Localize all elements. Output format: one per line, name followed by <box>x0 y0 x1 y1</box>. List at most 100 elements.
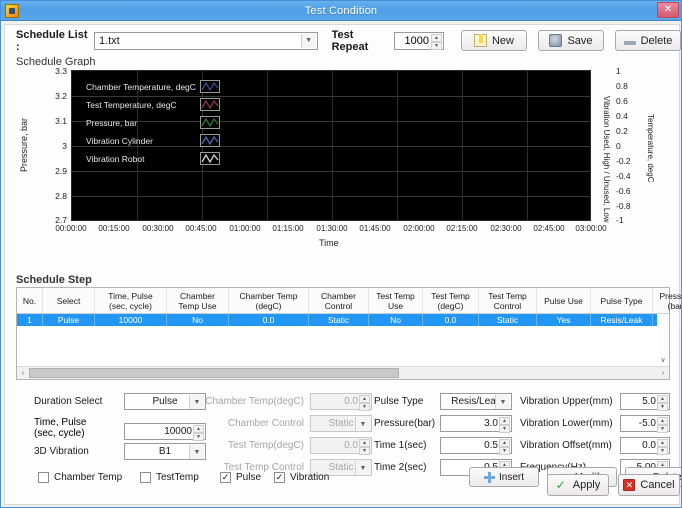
test-repeat-label: Test Repeat <box>331 28 369 53</box>
legend-label: Vibration Robot <box>86 153 145 164</box>
scroll-right-icon[interactable]: › <box>657 370 669 377</box>
table-cell[interactable]: 0.0 <box>423 314 479 326</box>
table-cell[interactable]: Resis/Leak <box>591 314 653 326</box>
spinner-arrows-icon[interactable]: ▲▼ <box>499 417 510 433</box>
client-area: Schedule List : 1.txt ▼ Test Repeat 1000… <box>4 24 681 505</box>
vibration-upper-stepper[interactable]: 5.0 ▲ ▼ <box>620 393 670 411</box>
column-header[interactable]: Chamber Temp Use <box>167 288 229 313</box>
time-pulse-row: Time, Pulse (sec, cycle) 10000 ▲ ▼ <box>34 415 206 441</box>
grid-body[interactable]: 1 Pulse 10000 No 0.0 Static No 0.0 Static Yes Resi… <box>17 314 681 364</box>
table-cell[interactable]: 0.0 <box>229 314 309 326</box>
duration-select-row: Duration Select Pulse ▼ <box>34 393 206 410</box>
vibration-offset-stepper[interactable]: 0.0 ▲ ▼ <box>620 437 670 455</box>
delete-button[interactable]: Delete <box>614 30 681 51</box>
scroll-left-icon[interactable]: ‹ <box>17 370 29 377</box>
column-header-line2: Use <box>387 300 404 311</box>
vibration-3d-row: 3D Vibration B1 ▼ <box>34 443 206 460</box>
schedule-step-grid[interactable]: No. Select Time, Pulse (sec, cycle) Chamber T… <box>16 287 681 380</box>
title-bar: Test Condition ✕ <box>1 1 681 21</box>
spinner-arrows-icon[interactable]: ▲▼ <box>657 417 668 433</box>
column-header[interactable]: Time, Pulse (sec, cycle) <box>95 288 167 313</box>
column-header[interactable]: Pulse Use <box>537 288 591 313</box>
new-button[interactable]: New <box>460 30 527 51</box>
pulse-type-combo[interactable]: Resis/Leak ▼ <box>440 393 512 410</box>
time-pulse-value: 10000 <box>164 426 192 437</box>
test-condition-window: Test Condition ✕ Schedule List : 1.txt ▼… <box>0 0 682 508</box>
column-header-line1: Chamber Temp <box>239 290 298 301</box>
save-button[interactable]: Save <box>537 30 604 51</box>
time1-row: Time 1(sec) 0.5 ▲ ▼ <box>374 437 512 455</box>
column-header[interactable]: Chamber Temp (degC) <box>229 288 309 313</box>
window-title: Test Condition <box>304 4 378 17</box>
duration-select-label: Duration Select <box>34 396 103 407</box>
table-cell[interactable]: 1 <box>17 314 43 326</box>
scroll-down-icon[interactable]: ∨ <box>660 356 665 364</box>
column-header-line1: Chamber <box>321 290 356 301</box>
column-header[interactable]: No. <box>17 288 43 313</box>
apply-button[interactable]: ✓ Apply <box>547 474 609 496</box>
chart-legend: Chamber Temperature, degC Test Temperatu… <box>86 79 220 169</box>
legend-label: Vibration Cylinder <box>86 135 153 146</box>
pulse-type-label: Pulse Type <box>374 396 424 407</box>
pressure-label: Pressure(bar) <box>374 418 436 429</box>
vibration-lower-value: -5.0 <box>638 418 656 429</box>
spinner-arrows-icon[interactable]: ▲▼ <box>430 33 442 50</box>
column-header-line2: (degC) <box>255 300 282 311</box>
column-header-line1: Chamber <box>180 290 215 301</box>
grid-header-row: No. Select Time, Pulse (sec, cycle) Chamber T… <box>17 288 681 314</box>
schedule-list-combo[interactable]: 1.txt ▼ <box>93 31 318 50</box>
column-header[interactable]: Pulse Type <box>591 288 653 313</box>
column-header[interactable]: Test Temp (degC) <box>423 288 479 313</box>
time1-stepper[interactable]: 0.5 ▲ ▼ <box>440 437 512 455</box>
chevron-down-icon[interactable]: ▼ <box>495 395 510 409</box>
grid-horizontal-scrollbar[interactable]: ‹ › <box>17 366 669 379</box>
table-row[interactable]: 1 Pulse 10000 No 0.0 Static No 0.0 Static Yes Resi… <box>17 314 681 326</box>
chamber-temp-stepper: 0.0 ▲ ▼ <box>310 393 372 411</box>
column-header-line1: Test Temp <box>376 290 415 301</box>
table-cell[interactable]: Static <box>479 314 537 326</box>
spinner-arrows-icon[interactable]: ▲▼ <box>499 439 510 455</box>
vibration-lower-stepper[interactable]: -5.0 ▲ ▼ <box>620 415 670 433</box>
chamber-temp-row: Chamber Temp(degC) 0.0 ▲ ▼ <box>194 393 372 411</box>
table-cell[interactable]: 10000 <box>95 314 167 326</box>
column-header-line2: Control <box>324 300 353 311</box>
column-header-line1: Pulse Use <box>544 295 583 306</box>
legend-item: Chamber Temperature, degC <box>86 79 220 94</box>
column-header[interactable]: Pressure(bar) <box>653 288 681 313</box>
delete-button-label: Delete <box>640 34 673 47</box>
column-header[interactable]: Select <box>43 288 95 313</box>
legend-swatch-icon <box>200 152 220 165</box>
legend-label: Chamber Temperature, degC <box>86 81 196 92</box>
legend-swatch-icon <box>200 98 220 111</box>
table-cell[interactable]: No <box>167 314 229 326</box>
spinner-arrows-icon[interactable]: ▲▼ <box>657 395 668 411</box>
test-temp-stepper: 0.0 ▲ ▼ <box>310 437 372 455</box>
close-icon[interactable]: ✕ <box>657 2 679 18</box>
dialog-footer: ✓ Apply ✕ Cancel <box>5 466 681 504</box>
chamber-control-combo: Static ▼ <box>310 415 372 432</box>
test-repeat-stepper[interactable]: 1000 ▲ ▼ <box>394 31 444 50</box>
chevron-down-icon[interactable]: ▼ <box>300 33 316 48</box>
table-cell[interactable]: No <box>369 314 423 326</box>
legend-label: Test Temperature, degC <box>86 99 177 110</box>
pressure-stepper[interactable]: 3.0 ▲ ▼ <box>440 415 512 433</box>
scrollbar-thumb[interactable] <box>29 368 399 378</box>
spinner-arrows-icon[interactable]: ▲▼ <box>657 439 668 455</box>
chamber-temp-value: 0.0 <box>344 396 358 407</box>
vibration-3d-label: 3D Vibration <box>34 446 89 457</box>
chevron-down-icon: ▼ <box>355 417 370 431</box>
column-header-line1: Time, Pulse <box>108 290 153 301</box>
chart-x-axis-title: Time <box>319 238 339 248</box>
table-cell[interactable]: Pulse <box>43 314 95 326</box>
chamber-control-value: Static <box>328 418 354 429</box>
chart-x-axis-ticks: 00:00:00 00:15:00 00:30:00 00:45:00 01:0… <box>55 224 607 233</box>
column-header[interactable]: Test Temp Control <box>479 288 537 313</box>
legend-swatch-icon <box>200 80 220 93</box>
column-header[interactable]: Test Temp Use <box>369 288 423 313</box>
chart-y2-axis-title: Vibration Used, High / Unused, Low <box>602 96 611 223</box>
table-cell[interactable]: Yes <box>537 314 591 326</box>
table-cell[interactable]: Static <box>309 314 369 326</box>
cancel-button[interactable]: ✕ Cancel <box>618 474 680 496</box>
grid-vertical-scrollbar[interactable]: ∨ <box>657 314 669 364</box>
column-header[interactable]: Chamber Control <box>309 288 369 313</box>
